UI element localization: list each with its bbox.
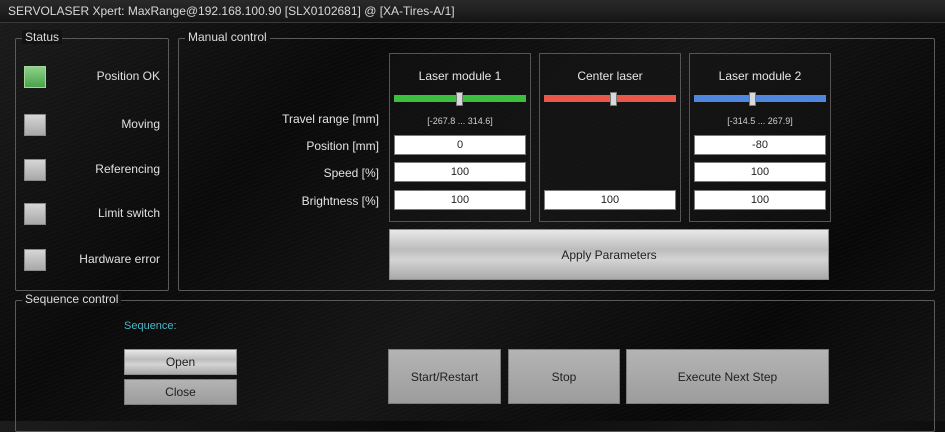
status-label: Referencing	[95, 162, 160, 176]
laser-module-2-brightness-input[interactable]	[694, 190, 826, 210]
manual-control-label: Manual control	[185, 30, 270, 44]
module-title: Center laser	[577, 69, 643, 83]
module-title: Laser module 2	[718, 69, 802, 83]
laser-module-1-panel: Laser module 1 [-267.8 ... 314.6]	[389, 53, 531, 222]
start-restart-button[interactable]: Start/Restart	[388, 349, 501, 404]
center-laser-brightness-input[interactable]	[544, 190, 676, 210]
center-laser-slider[interactable]	[544, 92, 676, 106]
status-panel-label: Status	[22, 30, 63, 44]
brightness-label: Brightness [%]	[301, 194, 379, 208]
slider-handle[interactable]	[456, 92, 464, 106]
open-sequence-button[interactable]: Open	[124, 349, 237, 375]
execute-next-step-button[interactable]: Execute Next Step	[626, 349, 829, 404]
status-position-ok: Position OK	[16, 66, 166, 88]
speed-label: Speed [%]	[323, 166, 379, 180]
travel-range-value: [-267.8 ... 314.6]	[427, 116, 493, 126]
laser-module-1-brightness-input[interactable]	[394, 190, 526, 210]
status-limit-switch: Limit switch	[16, 203, 166, 225]
sequence-label: Sequence:	[124, 320, 177, 332]
status-label: Limit switch	[97, 206, 160, 220]
stop-button[interactable]: Stop	[508, 349, 620, 404]
status-label: Hardware error	[79, 252, 160, 266]
slider-handle[interactable]	[749, 92, 757, 106]
status-led-icon	[24, 203, 46, 225]
status-led-icon	[24, 114, 46, 136]
center-laser-panel: Center laser	[539, 53, 681, 222]
sequence-control-label: Sequence control	[22, 292, 122, 306]
window-title: SERVOLASER Xpert: MaxRange@192.168.100.9…	[8, 4, 455, 18]
laser-module-2-position-input[interactable]	[694, 135, 826, 155]
laser-module-1-position-input[interactable]	[394, 135, 526, 155]
laser-module-2-panel: Laser module 2 [-314.5 ... 267.9]	[689, 53, 831, 222]
status-panel: Status Position OK Moving Referencing Li…	[15, 30, 169, 291]
close-sequence-button[interactable]: Close	[124, 379, 237, 405]
status-referencing: Referencing	[16, 159, 166, 181]
title-bar: SERVOLASER Xpert: MaxRange@192.168.100.9…	[0, 0, 945, 23]
travel-range-label: Travel range [mm]	[282, 112, 379, 126]
travel-range-value: [-314.5 ... 267.9]	[727, 116, 793, 126]
laser-module-2-speed-input[interactable]	[694, 162, 826, 182]
laser-module-2-slider[interactable]	[694, 92, 826, 106]
apply-parameters-button[interactable]: Apply Parameters	[389, 229, 829, 280]
status-label: Moving	[121, 117, 160, 131]
status-hardware-error: Hardware error	[16, 249, 166, 271]
slider-handle[interactable]	[610, 92, 617, 106]
status-moving: Moving	[16, 114, 166, 136]
laser-module-1-speed-input[interactable]	[394, 162, 526, 182]
module-title: Laser module 1	[418, 69, 502, 83]
laser-module-1-slider[interactable]	[394, 92, 526, 106]
status-led-icon	[24, 249, 46, 271]
status-led-icon	[24, 159, 46, 181]
status-label: Position OK	[96, 69, 160, 83]
status-led-icon	[24, 66, 46, 88]
position-label: Position [mm]	[306, 139, 379, 153]
